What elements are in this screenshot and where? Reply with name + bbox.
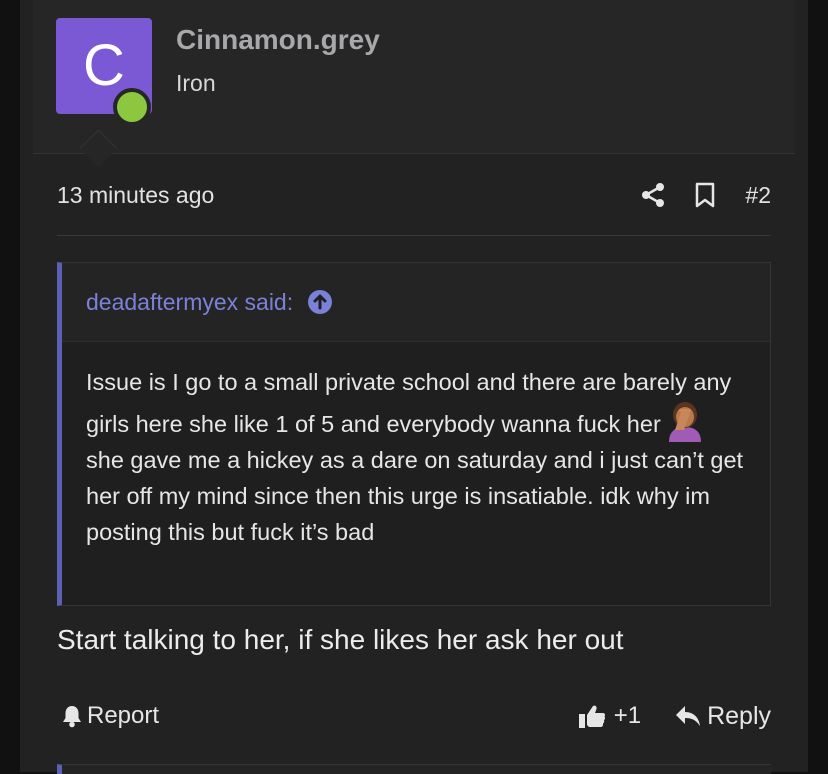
reply-label: Reply xyxy=(707,701,771,730)
post-number-link[interactable]: #2 xyxy=(745,182,771,209)
like-count: +1 xyxy=(613,702,642,729)
quote-text-part-2: she gave me a hickey as a dare on saturd… xyxy=(86,447,744,545)
bookmark-icon[interactable] xyxy=(695,182,715,208)
next-quote-block xyxy=(57,764,771,774)
quote-block: deadaftermyex said: Issue is I go to a s… xyxy=(57,262,771,606)
user-title: Iron xyxy=(176,70,216,96)
post-meta: 13 minutes ago #2 xyxy=(57,175,771,215)
quote-header: deadaftermyex said: xyxy=(62,263,770,342)
quote-content: Issue is I go to a small private school … xyxy=(62,342,770,550)
quote-author-link[interactable]: deadaftermyex said: xyxy=(86,289,293,316)
post-timestamp[interactable]: 13 minutes ago xyxy=(57,182,641,209)
thumbs-up-icon xyxy=(578,705,605,728)
report-label: Report xyxy=(87,702,160,729)
share-icon[interactable] xyxy=(641,182,665,208)
jump-to-quote-icon[interactable] xyxy=(293,289,333,315)
woman-facepalming-emoji xyxy=(668,402,701,442)
username-link[interactable]: Cinnamon.grey xyxy=(176,24,380,56)
meta-divider xyxy=(57,235,771,236)
reply-button[interactable]: Reply xyxy=(675,702,771,731)
post-actions: Report +1 Reply xyxy=(57,697,771,735)
reply-icon xyxy=(676,706,701,726)
like-button[interactable]: +1 xyxy=(578,702,641,730)
bell-icon xyxy=(63,706,81,728)
report-button[interactable]: Report xyxy=(57,702,578,730)
post-body-text: Start talking to her, if she likes her a… xyxy=(57,624,624,655)
quote-text-part-1: Issue is I go to a small private school … xyxy=(86,369,732,437)
online-status-indicator xyxy=(113,88,151,126)
